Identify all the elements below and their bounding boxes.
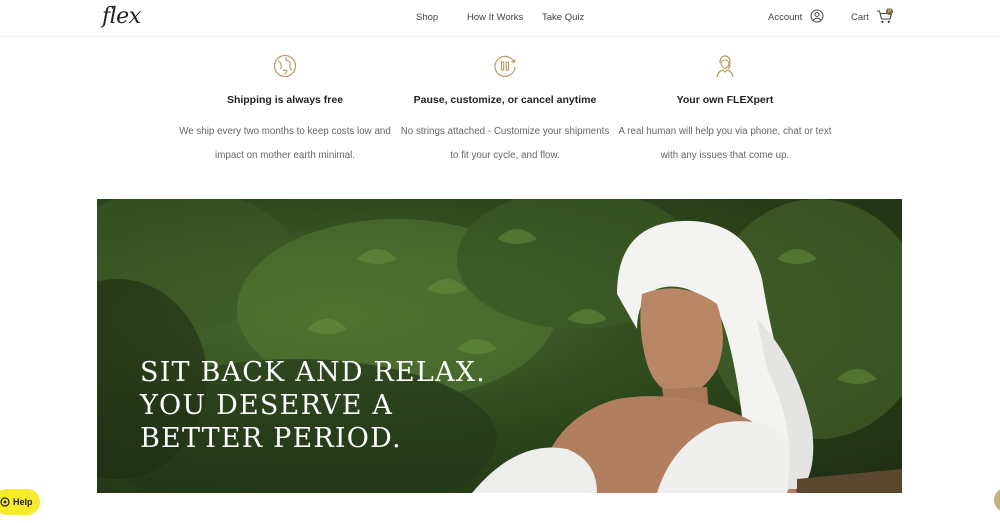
feature-title: Your own FLEXpert bbox=[676, 94, 774, 106]
site-header: flex Shop How It Works Take Quiz Account… bbox=[0, 0, 1000, 37]
cart-count-badge: 0 bbox=[886, 8, 893, 15]
hero-headline: SIT BACK AND RELAX. YOU DESERVE A BETTER… bbox=[140, 357, 486, 454]
feature-description: A real human will help you via phone, ch… bbox=[618, 126, 832, 161]
cart-link[interactable]: Cart bbox=[851, 12, 869, 23]
globe-icon bbox=[273, 54, 297, 78]
feature-title: Pause, customize, or cancel anytime bbox=[413, 94, 597, 106]
user-circle-icon[interactable] bbox=[810, 9, 824, 23]
side-widget-tab[interactable] bbox=[994, 488, 1000, 512]
hero-banner: SIT BACK AND RELAX. YOU DESERVE A BETTER… bbox=[97, 199, 902, 493]
pause-cycle-icon bbox=[494, 55, 516, 77]
flex-logo[interactable]: flex bbox=[102, 4, 141, 29]
feature-flexpert: Your own FLEXpert A real human will help… bbox=[610, 53, 840, 168]
feature-pause-customize: Pause, customize, or cancel anytime No s… bbox=[390, 53, 620, 168]
feature-description: No strings attached - Customize your shi… bbox=[400, 126, 610, 161]
feature-title: Shipping is always free bbox=[226, 94, 344, 106]
account-link[interactable]: Account bbox=[768, 12, 802, 23]
help-label: Help bbox=[13, 497, 33, 507]
feature-description: We ship every two months to keep costs l… bbox=[179, 126, 391, 161]
flexpert-person-icon bbox=[716, 55, 734, 78]
help-chat-icon bbox=[0, 497, 10, 507]
nav-shop[interactable]: Shop bbox=[416, 12, 438, 23]
nav-how-it-works[interactable]: How It Works bbox=[467, 12, 523, 23]
nav-take-quiz[interactable]: Take Quiz bbox=[542, 12, 584, 23]
feature-free-shipping: Shipping is always free We ship every tw… bbox=[170, 53, 400, 168]
help-button[interactable]: Help bbox=[0, 489, 40, 515]
